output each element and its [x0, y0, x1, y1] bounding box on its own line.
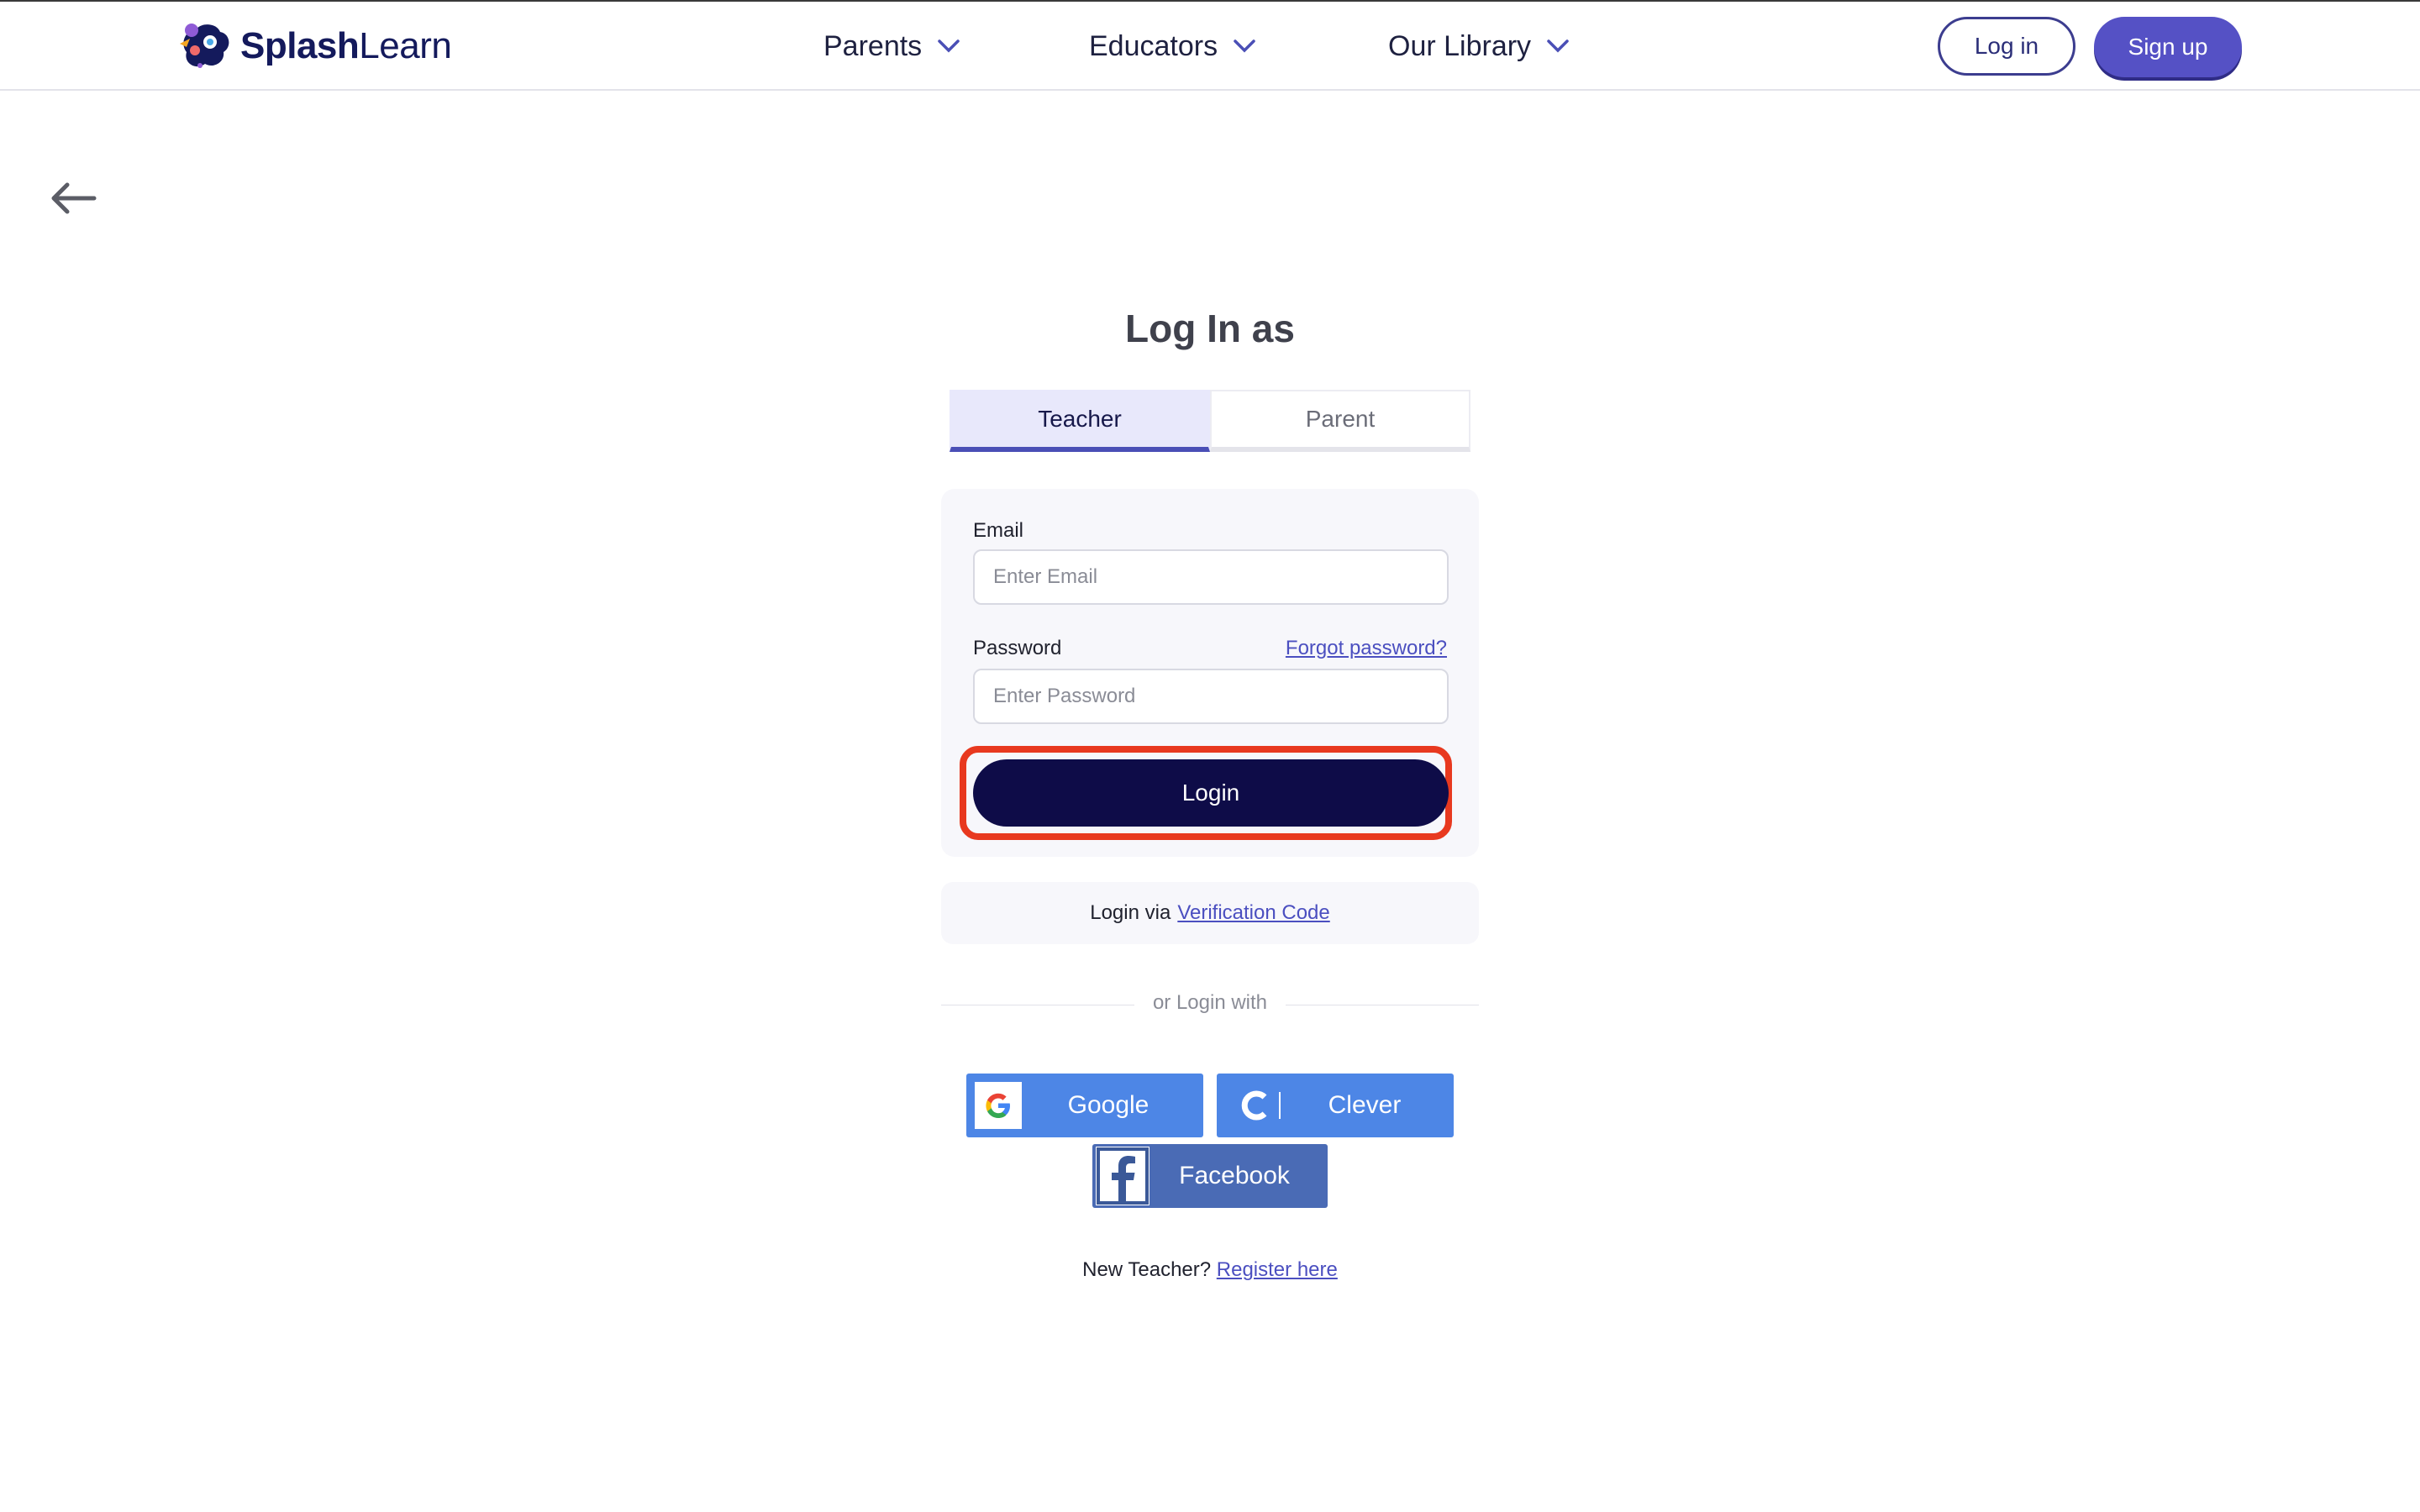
- google-login-button[interactable]: Google: [966, 1074, 1203, 1137]
- splashlearn-logo-icon: [180, 24, 229, 68]
- nav-parents[interactable]: Parents: [823, 25, 960, 67]
- login-button[interactable]: Login: [973, 759, 1449, 827]
- site-header: SplashLearn Parents Educators Our Librar…: [0, 2, 2420, 91]
- facebook-login-button[interactable]: Facebook: [1092, 1144, 1328, 1208]
- nav-educators-label: Educators: [1089, 29, 1218, 62]
- register-prefix: New Teacher?: [1082, 1258, 1212, 1281]
- tab-parent[interactable]: Parent: [1210, 390, 1470, 452]
- header-login-button[interactable]: Log in: [1938, 17, 2075, 76]
- verification-code-link[interactable]: Verification Code: [1177, 901, 1329, 925]
- arrow-left-icon[interactable]: [49, 181, 97, 215]
- verification-prefix: Login via: [1090, 901, 1171, 924]
- clever-c-icon: [1225, 1082, 1284, 1129]
- nav-our-library[interactable]: Our Library: [1388, 25, 1570, 67]
- password-label: Password: [973, 637, 1062, 659]
- social-divider: or Login with: [941, 990, 1479, 1020]
- clever-login-button[interactable]: Clever: [1217, 1074, 1454, 1137]
- facebook-label: Facebook: [1179, 1162, 1290, 1189]
- google-label: Google: [1067, 1091, 1150, 1119]
- google-g-icon: [975, 1082, 1022, 1129]
- chevron-down-icon: [1547, 39, 1569, 53]
- password-field[interactable]: [973, 669, 1449, 724]
- email-label: Email: [973, 519, 1024, 542]
- email-field[interactable]: [973, 549, 1449, 605]
- nav-educators[interactable]: Educators: [1089, 25, 1256, 67]
- role-tabs: Teacher Parent: [950, 390, 1470, 452]
- header-signup-button[interactable]: Sign up: [2094, 17, 2242, 77]
- page-title: Log In as: [1125, 307, 1295, 350]
- logo-text: SplashLearn: [240, 25, 452, 66]
- verification-code-row: Login via Verification Code: [941, 882, 1479, 944]
- clever-label: Clever: [1328, 1091, 1402, 1119]
- chevron-down-icon: [938, 39, 960, 53]
- forgot-password-link[interactable]: Forgot password?: [1286, 637, 1447, 660]
- register-row: New Teacher? Register here: [0, 1258, 2420, 1282]
- nav-our-library-label: Our Library: [1388, 29, 1532, 62]
- register-link[interactable]: Register here: [1217, 1258, 1338, 1281]
- tab-teacher[interactable]: Teacher: [950, 390, 1210, 452]
- facebook-f-icon: [1096, 1147, 1150, 1205]
- nav-parents-label: Parents: [823, 29, 923, 62]
- divider-text: or Login with: [1140, 991, 1280, 1014]
- chevron-down-icon: [1234, 39, 1255, 53]
- login-form-card: Email Password Forgot password? Login: [941, 489, 1479, 857]
- splashlearn-logo[interactable]: SplashLearn: [175, 18, 452, 74]
